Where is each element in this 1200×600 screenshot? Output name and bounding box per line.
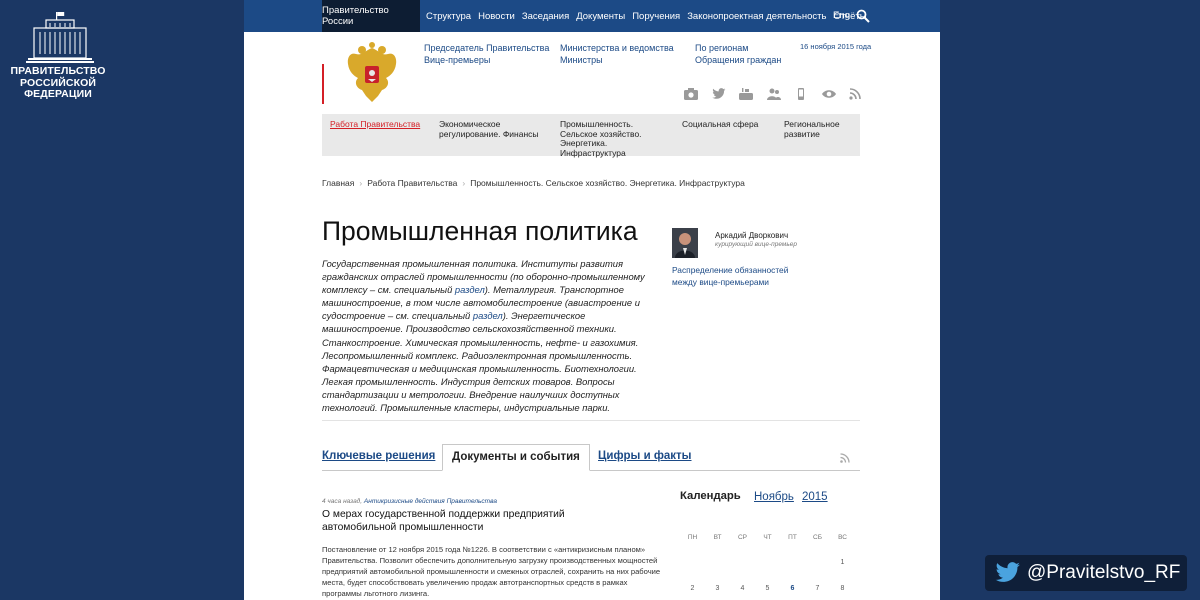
link-ministries[interactable]: Министерства и ведомства [560,42,674,54]
brand-logo[interactable]: ПРАВИТЕЛЬСТВО РОССИЙСКОЙ ФЕДЕРАЦИИ [0,0,116,110]
section-regional[interactable]: Региональное развитие [784,119,854,139]
calendar-day[interactable]: 5 [755,585,780,592]
weekday: ПН [687,534,698,541]
current-date: 16 ноября 2015 года [800,42,872,51]
link-vice-premiers[interactable]: Вице-премьеры [424,54,490,66]
calendar-day[interactable]: 4 [730,585,755,592]
nav-links: Структура Новости Заседания Документы По… [426,11,874,22]
nav-link-meetings[interactable]: Заседания [522,11,569,22]
breadcrumb-home[interactable]: Главная [322,178,354,188]
calendar-day-highlighted[interactable]: 6 [780,585,805,592]
calendar-day [705,559,730,566]
breadcrumb-separator: › [359,178,363,188]
nav-link-structure[interactable]: Структура [426,11,471,22]
responsibilities-line: Распределение обязанностей [672,265,789,275]
breadcrumb-separator: › [462,178,466,188]
weekday: ПТ [788,534,797,541]
responsibilities-link[interactable]: Распределение обязанностей между вице-пре… [672,264,812,288]
tab-documents-events[interactable]: Документы и события [442,444,590,471]
intro-link-section[interactable]: раздел [455,284,485,295]
accent-line [322,64,324,104]
calendar-day [730,559,755,566]
twitter-badge[interactable]: @Pravitelstvo_RF [985,555,1187,591]
weekday: ВТ [713,534,722,541]
section-menu: Работа Правительства Экономическое регул… [322,114,860,158]
brand-line: ФЕДЕРАЦИИ [24,88,92,100]
twitter-icon[interactable] [711,88,726,100]
government-building-icon [26,12,94,63]
intro-link-section[interactable]: раздел [473,310,503,321]
section-government-work[interactable]: Работа Правительства [330,119,425,130]
language-switch[interactable]: Eng [833,10,850,21]
link-regions[interactable]: По регионам [695,42,748,54]
tab-facts-figures[interactable]: Цифры и факты [598,450,692,462]
brand-name: ПРАВИТЕЛЬСТВО РОССИЙСКОЙ ФЕДЕРАЦИИ [0,65,116,101]
calendar-year[interactable]: 2015 [802,491,828,503]
twitter-icon [995,562,1020,582]
person-name[interactable]: Аркадий Дворкович [715,231,788,240]
news-title[interactable]: О мерах государственной поддержки предпр… [322,509,612,535]
link-ministers[interactable]: Министры [560,54,603,66]
calendar-day[interactable]: 8 [830,585,855,592]
nav-link-news[interactable]: Новости [478,11,515,22]
calendar-day [755,559,780,566]
calendar-day[interactable]: 2 [680,585,705,592]
nav-link-documents[interactable]: Документы [576,11,625,22]
news-text: Постановление от 12 ноября 2015 года №12… [322,545,661,599]
calendar-day [780,559,805,566]
calendar-week: 2 3 4 5 6 7 8 [680,585,860,592]
link-appeals[interactable]: Обращения граждан [695,54,781,66]
rss-icon[interactable] [849,88,863,100]
responsibilities-line: между вице-премьерами [672,277,769,288]
social-links [684,88,877,100]
coat-of-arms-icon[interactable] [344,42,400,104]
nav-link-instructions[interactable]: Поручения [632,11,680,22]
site-page: Правительство России Структура Новости З… [244,0,940,600]
calendar-week: 1 [680,559,860,566]
news-time: 4 часа назад, [322,498,363,505]
youtube-icon[interactable] [739,88,753,100]
breadcrumb-government-work[interactable]: Работа Правительства [367,178,457,188]
person-role: курирующий вице-премьер [715,241,797,248]
breadcrumb: Главная › Работа Правительства › Промышл… [322,178,745,188]
nav-home[interactable]: Правительство России [322,0,420,32]
weekday: ВС [838,534,847,541]
calendar-month[interactable]: Ноябрь [754,491,794,503]
breadcrumb-industry[interactable]: Промышленность. Сельское хозяйство. Энер… [470,178,745,188]
nav-link-legislation[interactable]: Законопроектная деятельность [687,11,826,22]
search-icon[interactable] [856,9,870,23]
site-header: Председатель Правительства Вице-премьеры… [244,32,940,114]
eye-icon[interactable] [821,88,836,100]
calendar-weekdays: ПН ВТ СР ЧТ ПТ СБ ВС [680,534,860,541]
top-navigation: Правительство России Структура Новости З… [244,0,940,32]
news-meta: 4 часа назад, Антикризисные действия Пра… [322,498,497,505]
calendar-day[interactable]: 7 [805,585,830,592]
camera-icon[interactable] [684,88,698,100]
weekday: ЧТ [763,534,772,541]
section-industry[interactable]: Промышленность. Сельское хозяйство. Энер… [560,119,670,158]
calendar-day [680,559,705,566]
calendar-day[interactable]: 1 [830,559,855,566]
divider [322,420,860,421]
news-category[interactable]: Антикризисные действия Правительства [364,498,497,505]
twitter-handle: @Pravitelstvo_RF [1027,562,1181,583]
rss-icon[interactable] [840,453,850,463]
content-tabs: Ключевые решения Документы и события Циф… [322,444,860,471]
community-icon[interactable] [766,88,781,100]
calendar-day[interactable]: 3 [705,585,730,592]
page-title: Промышленная политика [322,216,638,246]
mobile-icon[interactable] [794,88,808,100]
calendar-label: Календарь [680,490,741,502]
tab-key-decisions[interactable]: Ключевые решения [322,450,435,462]
brand-line: ПРАВИТЕЛЬСТВО [10,65,106,77]
calendar-day [805,559,830,566]
section-economy[interactable]: Экономическое регулирование. Финансы [439,119,545,139]
section-social[interactable]: Социальная сфера [682,119,772,130]
link-chairman[interactable]: Председатель Правительства [424,42,549,54]
weekday: СБ [813,534,822,541]
page-intro: Государственная промышленная политика. И… [322,257,668,414]
weekday: СР [737,534,748,541]
intro-text: ). Энергетическое машиностроение. Произв… [322,310,639,414]
avatar[interactable] [672,228,698,258]
